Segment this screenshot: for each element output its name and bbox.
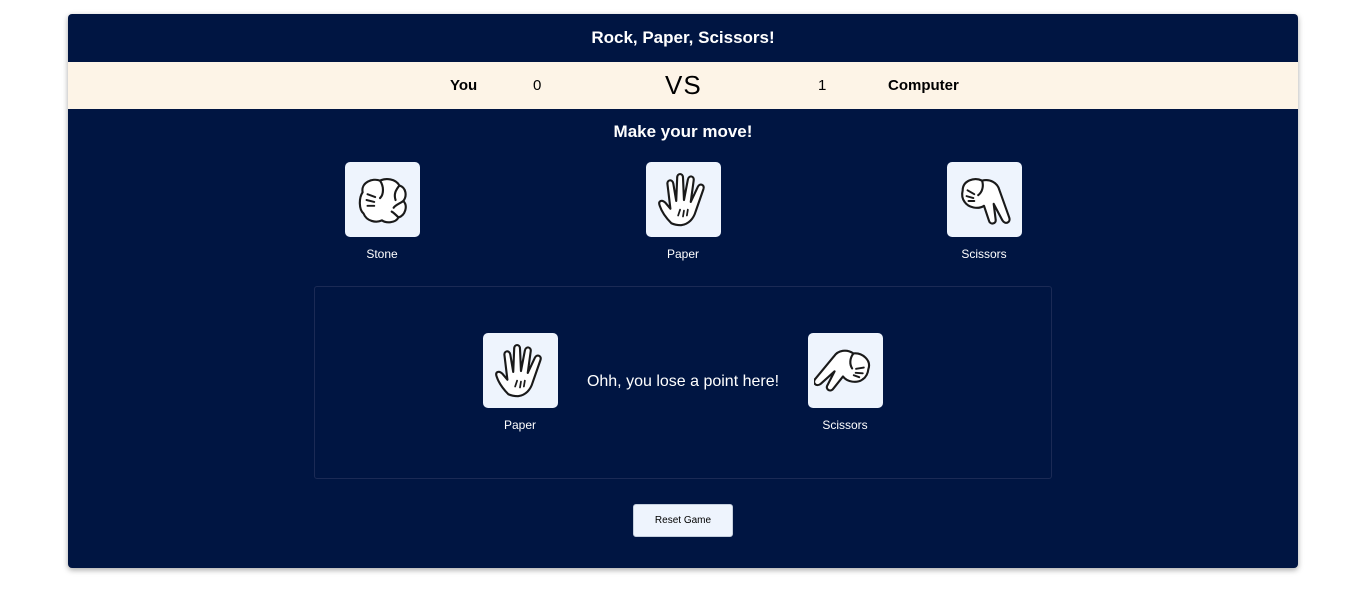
paper-choice-button[interactable]: Paper (623, 162, 743, 261)
game-title: Rock, Paper, Scissors! (591, 28, 775, 47)
stone-label: Stone (366, 247, 398, 261)
player-result-label: Paper (503, 418, 537, 432)
game-container: Rock, Paper, Scissors! You 0 VS 1 Comput… (68, 14, 1298, 568)
stone-choice-button[interactable]: Stone (322, 162, 442, 261)
scoreboard: You 0 VS 1 Computer (68, 62, 1298, 109)
player-score: 0 (533, 77, 542, 94)
scissors-hand-icon (961, 177, 1011, 225)
fist-hand-icon (358, 177, 407, 223)
vs-label: VS (665, 70, 702, 100)
scissors-tile[interactable] (946, 162, 1022, 237)
computer-result: Scissors (785, 333, 905, 432)
paper-tile[interactable] (645, 162, 721, 237)
paper-label: Paper (666, 247, 700, 261)
player-label: You (450, 77, 478, 94)
scissors-hand-icon (814, 349, 871, 391)
open-hand-icon (658, 172, 705, 226)
computer-label: Computer (888, 77, 959, 94)
result-message: Ohh, you lose a point here! (586, 373, 780, 390)
scissors-label: Scissors (961, 247, 1007, 261)
open-hand-icon (495, 343, 542, 397)
computer-result-tile (807, 333, 883, 408)
stone-tile[interactable] (344, 162, 420, 237)
reset-game-button[interactable]: Reset Game (633, 504, 733, 537)
move-prompt: Make your move! (613, 122, 753, 141)
result-panel: Paper Ohh, you lose a point here! Scisso… (314, 286, 1052, 479)
scissors-choice-button[interactable]: Scissors (924, 162, 1044, 261)
computer-score: 1 (818, 77, 827, 94)
player-result: Paper (460, 333, 580, 432)
computer-result-label: Scissors (822, 418, 868, 432)
player-result-tile (482, 333, 558, 408)
